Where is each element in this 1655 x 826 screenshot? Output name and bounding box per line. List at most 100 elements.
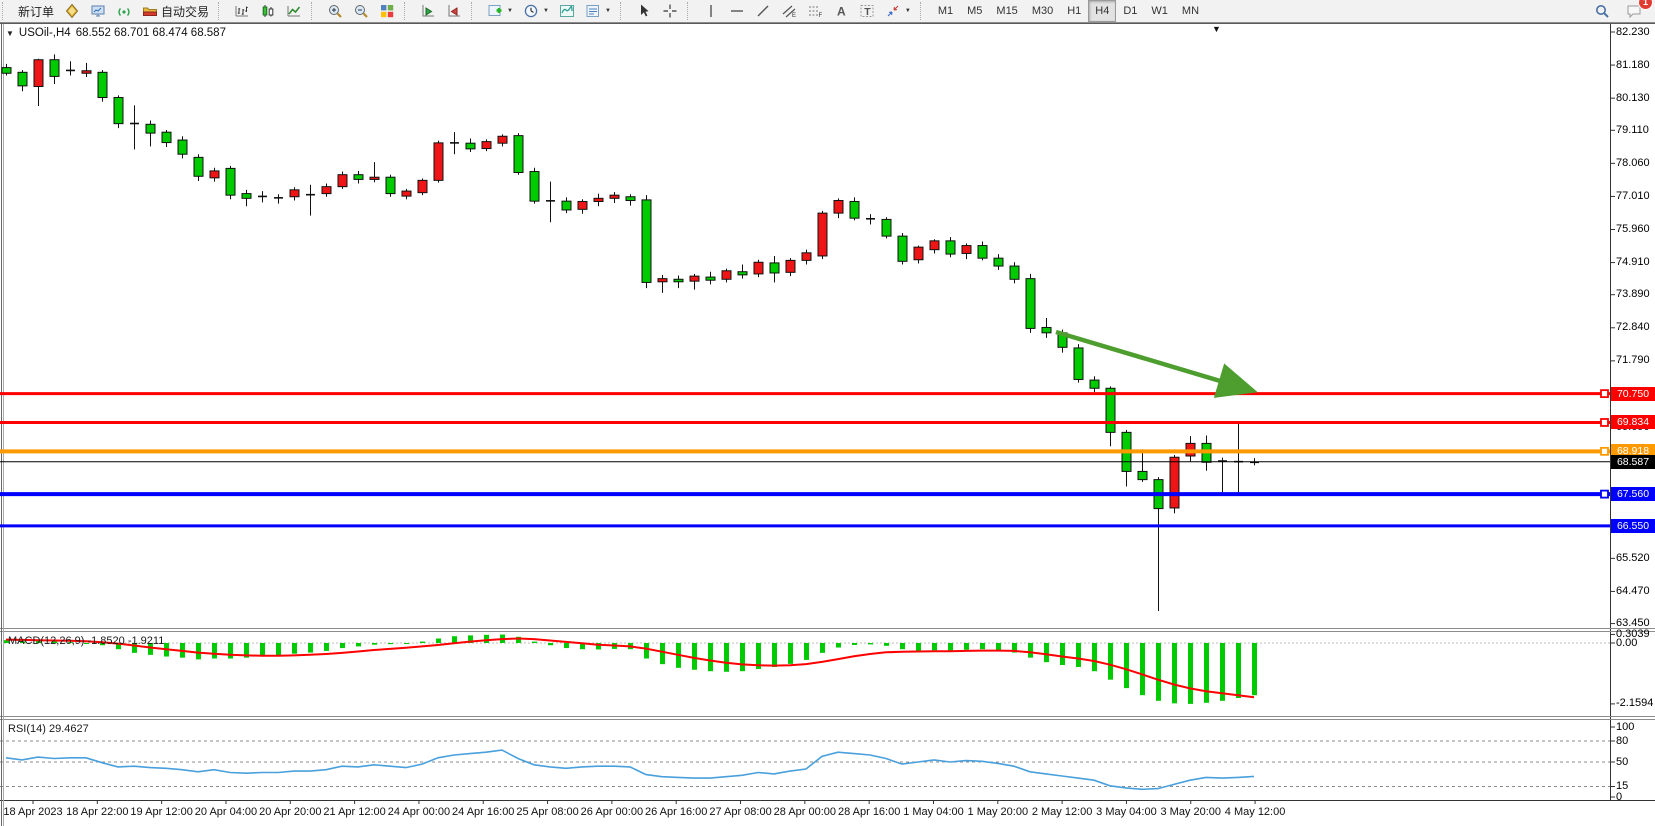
time-axis-label[interactable]: 3 May 20:00	[1160, 806, 1221, 818]
trendline-button[interactable]	[750, 0, 776, 22]
price-axis-label[interactable]: 81.180	[1616, 59, 1655, 71]
price-chart-canvas[interactable]	[0, 23, 1655, 826]
price-axis-label[interactable]: 74.910	[1616, 256, 1655, 268]
data-window-button[interactable]	[415, 0, 441, 22]
chart-seal-button[interactable]	[59, 0, 85, 22]
price-axis-label[interactable]: 75.960	[1616, 223, 1655, 235]
price-axis-label[interactable]: 79.110	[1616, 124, 1655, 136]
price-axis-label[interactable]: 65.520	[1616, 552, 1655, 564]
textA-icon: A	[833, 3, 849, 19]
dropdown-caret-icon[interactable]: ▼	[905, 8, 911, 14]
time-axis-label[interactable]: 19 Apr 12:00	[130, 806, 192, 818]
timeframe-button-w1[interactable]: W1	[1144, 0, 1175, 22]
rsi-axis-label[interactable]: 50	[1616, 756, 1655, 768]
templates-button[interactable]: ▼	[580, 0, 616, 22]
time-axis-label[interactable]: 25 Apr 08:00	[516, 806, 578, 818]
channel-button[interactable]: E	[776, 0, 802, 22]
timeframe-button-h4[interactable]: H4	[1088, 0, 1116, 22]
time-axis-label[interactable]: 4 May 12:00	[1225, 806, 1286, 818]
fibonacci-button[interactable]: F	[802, 0, 828, 22]
new-order-button[interactable]: 新订单	[13, 0, 59, 22]
add-indicator-button[interactable]: ▼	[482, 0, 518, 22]
zoom-out-button[interactable]	[348, 0, 374, 22]
timeframe-button-m30[interactable]: M30	[1025, 0, 1060, 22]
time-axis-label[interactable]: 28 Apr 16:00	[838, 806, 900, 818]
price-axis-label[interactable]: 77.010	[1616, 190, 1655, 202]
time-axis-label[interactable]: 20 Apr 04:00	[195, 806, 257, 818]
line-chart-button[interactable]	[281, 0, 307, 22]
time-axis-label[interactable]: 21 Apr 12:00	[323, 806, 385, 818]
price-axis-label[interactable]: 64.470	[1616, 585, 1655, 597]
chart-window[interactable]: ▼ USOil-,H4 68.552 68.701 68.474 68.587 …	[0, 23, 1655, 826]
time-axis-label[interactable]: 28 Apr 00:00	[774, 806, 836, 818]
candle	[322, 187, 331, 194]
timeframe-button-m15[interactable]: M15	[989, 0, 1024, 22]
time-axis-label[interactable]: 24 Apr 16:00	[452, 806, 514, 818]
symbol-period-label: USOil-,H4	[19, 27, 71, 39]
timeframe-button-m5[interactable]: M5	[960, 0, 989, 22]
candle	[50, 60, 59, 77]
periods-button[interactable]: ▼	[518, 0, 554, 22]
price-axis-label[interactable]: 73.890	[1616, 288, 1655, 300]
bar-chart-button[interactable]	[229, 0, 255, 22]
price-axis-label[interactable]: 71.790	[1616, 354, 1655, 366]
arrows-button[interactable]: ▼	[880, 0, 916, 22]
timeframe-button-m1[interactable]: M1	[931, 0, 960, 22]
horizontal-line-button[interactable]	[724, 0, 750, 22]
search-button[interactable]	[1589, 0, 1615, 22]
navigator-button[interactable]	[441, 0, 467, 22]
macd-axis-label[interactable]: 0.00	[1616, 637, 1655, 649]
notifications-button[interactable]: 1	[1621, 0, 1647, 22]
crosshair-button[interactable]	[657, 0, 683, 22]
auto-trading-button[interactable]: 自动交易	[137, 0, 214, 22]
timeframe-button-mn[interactable]: MN	[1175, 0, 1206, 22]
time-axis-label[interactable]: 18 Apr 2023	[3, 806, 62, 818]
hline-handle[interactable]	[1601, 419, 1608, 426]
dropdown-caret-icon[interactable]: ▼	[605, 8, 611, 14]
time-axis-label[interactable]: 26 Apr 00:00	[581, 806, 643, 818]
time-axis-label[interactable]: 2 May 12:00	[1032, 806, 1093, 818]
rsi-axis-label[interactable]: 80	[1616, 735, 1655, 747]
dropdown-caret-icon[interactable]: ▼	[507, 8, 513, 14]
candle	[34, 60, 43, 87]
auto-scroll-marker-icon[interactable]: ▼	[1212, 24, 1221, 34]
time-axis-label[interactable]: 1 May 04:00	[903, 806, 964, 818]
trend-arrow-annotation[interactable]	[1056, 332, 1247, 389]
dropdown-caret-icon[interactable]: ▼	[543, 8, 549, 14]
chart-shift-button[interactable]	[554, 0, 580, 22]
text-label-button[interactable]: T	[854, 0, 880, 22]
tile-windows-button[interactable]	[374, 0, 400, 22]
text-button[interactable]: A	[828, 0, 854, 22]
price-axis-label[interactable]: 78.060	[1616, 157, 1655, 169]
rsi-axis-label[interactable]: 100	[1616, 721, 1655, 733]
vertical-line-button[interactable]	[698, 0, 724, 22]
cursor-button[interactable]	[631, 0, 657, 22]
rsi-axis-label[interactable]: 0	[1616, 791, 1655, 803]
price-axis-label[interactable]: 72.840	[1616, 321, 1655, 333]
hline-handle[interactable]	[1601, 448, 1608, 455]
chart-menu-caret-icon[interactable]: ▼	[6, 29, 14, 38]
signal-button[interactable]	[111, 0, 137, 22]
time-axis-label[interactable]: 1 May 20:00	[968, 806, 1029, 818]
candlestick-chart-button[interactable]	[255, 0, 281, 22]
candle	[370, 177, 379, 179]
macd-axis-label[interactable]: -2.1594	[1616, 697, 1655, 709]
time-axis-label[interactable]: 20 Apr 20:00	[259, 806, 321, 818]
time-axis-label[interactable]: 3 May 04:00	[1096, 806, 1157, 818]
price-axis-label[interactable]: 80.130	[1616, 92, 1655, 104]
timeframe-button-h1[interactable]: H1	[1060, 0, 1088, 22]
candle	[162, 132, 171, 142]
terminal-button[interactable]	[85, 0, 111, 22]
price-axis-label[interactable]: 82.230	[1616, 26, 1655, 38]
time-axis-label[interactable]: 26 Apr 16:00	[645, 806, 707, 818]
timeframe-button-d1[interactable]: D1	[1116, 0, 1144, 22]
price-line-label-70.750: 70.750	[1611, 387, 1655, 401]
candle	[1138, 471, 1147, 479]
zoom-in-button[interactable]	[322, 0, 348, 22]
linechart-icon	[286, 3, 302, 19]
time-axis-label[interactable]: 24 Apr 00:00	[388, 806, 450, 818]
time-axis-label[interactable]: 27 Apr 08:00	[709, 806, 771, 818]
hline-handle[interactable]	[1601, 491, 1608, 498]
hline-handle[interactable]	[1601, 390, 1608, 397]
time-axis-label[interactable]: 18 Apr 22:00	[66, 806, 128, 818]
